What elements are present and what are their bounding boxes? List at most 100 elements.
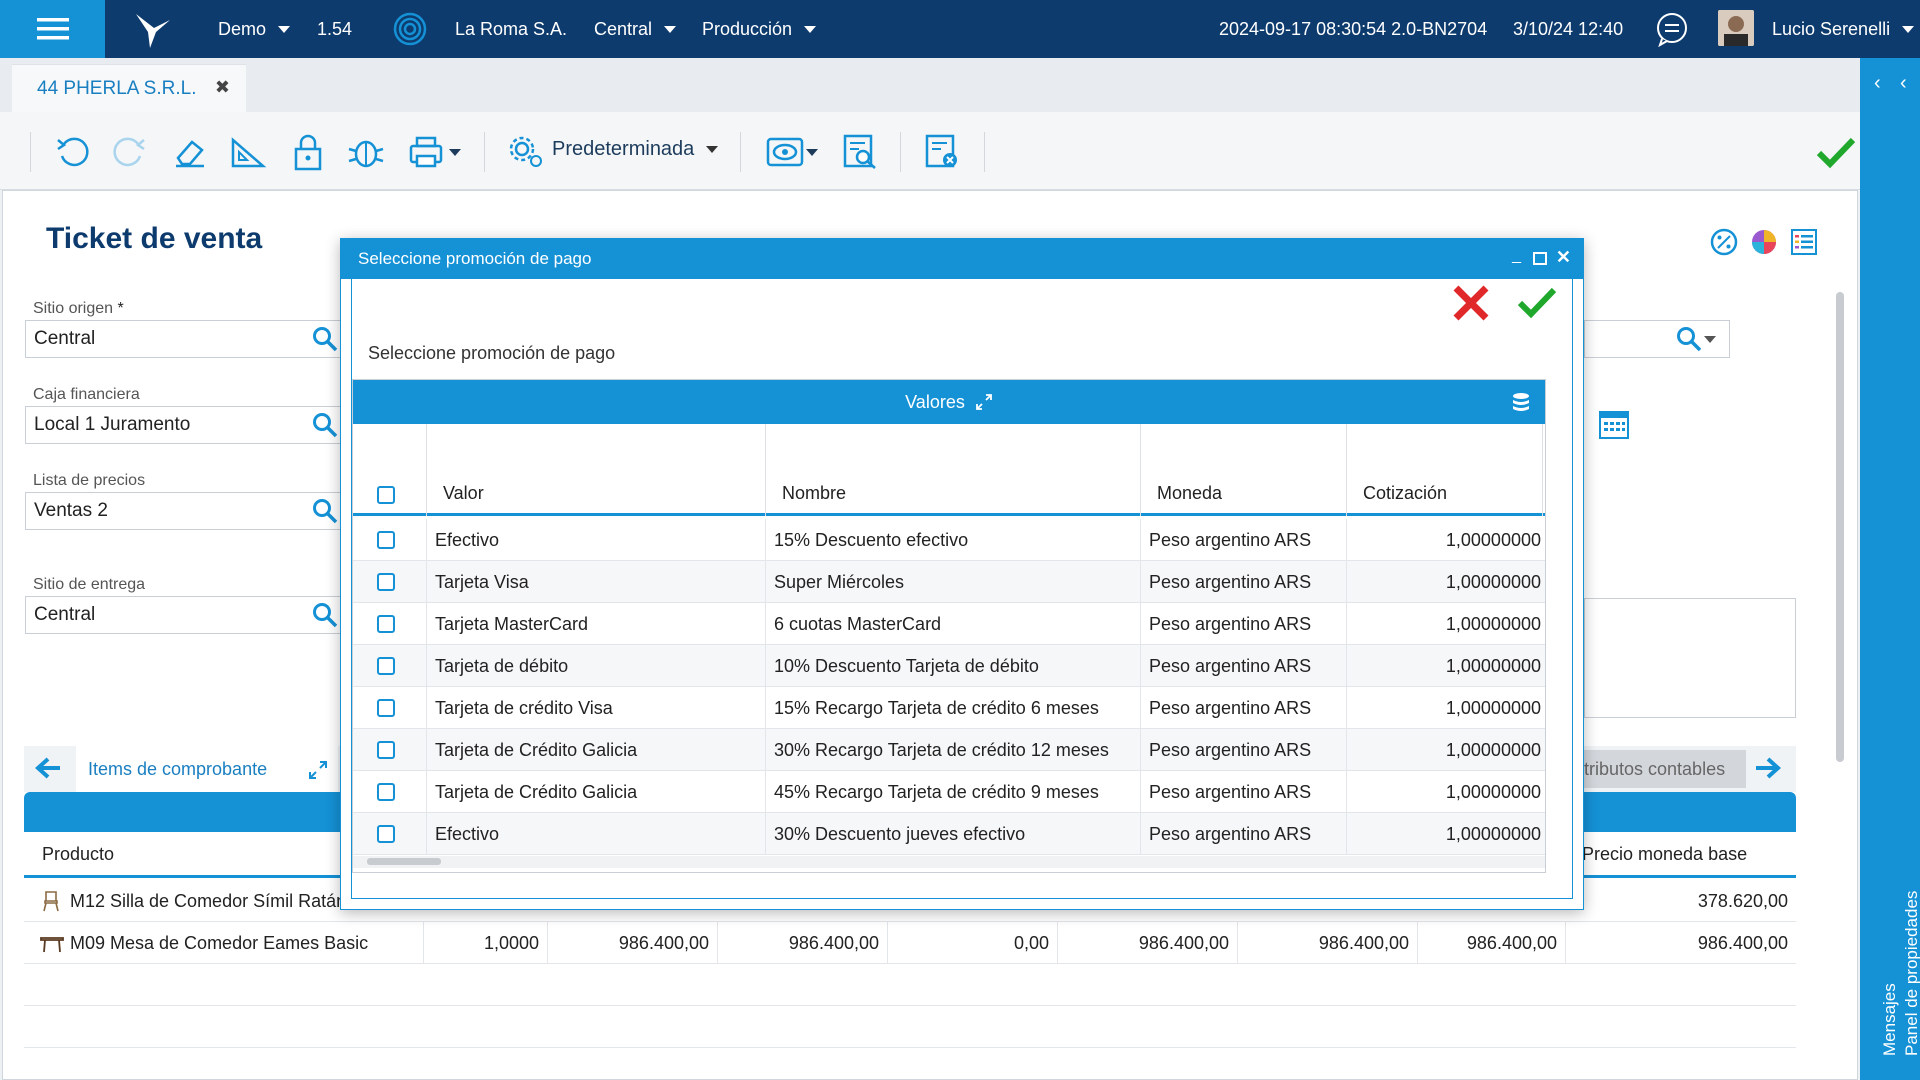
sitio-entrega-input[interactable]: Central	[25, 596, 345, 634]
minimize-icon[interactable]: _	[1512, 247, 1521, 265]
row-checkbox[interactable]	[377, 741, 395, 759]
search-doc-icon[interactable]	[838, 130, 882, 174]
clear-doc-icon[interactable]	[920, 130, 964, 174]
database-icon[interactable]	[1511, 392, 1531, 412]
row-checkbox[interactable]	[377, 615, 395, 633]
scroll-thumb[interactable]	[367, 858, 441, 865]
chevron-down-icon[interactable]	[1704, 336, 1716, 343]
row-checkbox-cell[interactable]	[353, 603, 427, 645]
target-icon[interactable]	[392, 0, 428, 58]
save-check-icon[interactable]	[1814, 130, 1858, 174]
expand-icon[interactable]	[975, 393, 993, 411]
properties-panel[interactable]: Mensajes Panel de propiedades	[1860, 112, 1920, 1080]
row-checkbox-cell[interactable]	[353, 729, 427, 771]
list-item[interactable]: Tarjeta Visa Super Miércoles Peso argentin…	[353, 561, 1545, 603]
row-checkbox-cell[interactable]	[353, 687, 427, 729]
close-icon[interactable]: ✕	[1556, 247, 1571, 268]
row-checkbox[interactable]	[377, 657, 395, 675]
eraser-icon[interactable]	[168, 130, 212, 174]
table-row[interactable]	[24, 1048, 1796, 1080]
notes-box[interactable]	[1584, 598, 1796, 718]
horizontal-scrollbar[interactable]	[353, 856, 1545, 868]
cell-moneda: Peso argentino ARS	[1141, 519, 1347, 561]
row-checkbox[interactable]	[377, 699, 395, 717]
tab-strip: 44 PHERLA S.R.L. ✖	[0, 58, 1860, 112]
table-row[interactable]	[24, 964, 1796, 1006]
calendar-icon[interactable]	[1598, 410, 1630, 440]
ruler-icon[interactable]	[226, 130, 270, 174]
chevron-left-icon[interactable]: ‹	[1900, 72, 1907, 95]
form-scrollbar[interactable]	[1836, 292, 1844, 762]
print-button[interactable]	[402, 130, 466, 174]
search-icon[interactable]	[312, 326, 338, 352]
col-precio-base[interactable]: Precio moneda base	[1582, 844, 1747, 865]
select-all-checkbox[interactable]	[377, 486, 395, 504]
list-item[interactable]: Tarjeta de débito 10% Descuento Tarjeta d…	[353, 645, 1545, 687]
arrow-right-icon[interactable]	[1754, 756, 1782, 780]
list-item[interactable]: Tarjeta de Crédito Galicia 45% Recargo Ta…	[353, 771, 1545, 813]
percent-icon[interactable]	[1710, 228, 1738, 256]
properties-tab[interactable]: Panel de propiedades	[1902, 891, 1920, 1056]
env-selector[interactable]: Demo	[218, 0, 291, 58]
col-cotizacion[interactable]: Cotización	[1347, 424, 1543, 516]
col-moneda[interactable]: Moneda	[1141, 424, 1347, 516]
redo-icon[interactable]	[108, 130, 152, 174]
select-all-cell[interactable]	[353, 424, 427, 516]
row-checkbox[interactable]	[377, 531, 395, 549]
lock-icon[interactable]	[286, 130, 330, 174]
tab-items-comprobante[interactable]: Items de comprobante	[76, 746, 338, 792]
list-item[interactable]: Efectivo 30% Descuento jueves efectivo Pes…	[353, 813, 1545, 855]
logo-icon	[136, 14, 170, 48]
row-checkbox[interactable]	[377, 573, 395, 591]
row-checkbox-cell[interactable]	[353, 771, 427, 813]
mode-selector[interactable]: Producción	[702, 0, 817, 58]
list-icon[interactable]	[1790, 228, 1818, 256]
tab-atributos[interactable]: tributos contables	[1584, 750, 1746, 788]
list-item[interactable]: Efectivo 15% Descuento efectivo Peso argen…	[353, 519, 1545, 561]
search-icon[interactable]	[312, 498, 338, 524]
maximize-icon[interactable]	[1533, 252, 1547, 265]
preset-selector[interactable]: Predeterminada	[552, 138, 719, 161]
bug-icon[interactable]	[344, 130, 388, 174]
row-checkbox[interactable]	[377, 783, 395, 801]
col-producto[interactable]: Producto	[42, 844, 114, 865]
row-checkbox-cell[interactable]	[353, 645, 427, 687]
pie-icon[interactable]	[1750, 228, 1778, 256]
chevron-left-icon[interactable]: ‹	[1874, 72, 1881, 95]
chat-icon[interactable]	[1654, 0, 1690, 58]
search-icon[interactable]	[1676, 326, 1702, 352]
dialog-title[interactable]: Seleccione promoción de pago	[341, 239, 1583, 279]
row-checkbox[interactable]	[377, 825, 395, 843]
arrow-left-icon[interactable]	[34, 756, 62, 780]
cancel-icon[interactable]	[1451, 283, 1491, 323]
row-checkbox-cell[interactable]	[353, 561, 427, 603]
list-item[interactable]: Tarjeta de crédito Visa 15% Recargo Tarje…	[353, 687, 1545, 729]
table-row[interactable]: M09 Mesa de Comedor Eames Basic 1,0000 9…	[24, 922, 1796, 964]
col-nombre[interactable]: Nombre	[766, 424, 1141, 516]
company-label[interactable]: La Roma S.A.	[455, 0, 567, 58]
sitio-origen-input[interactable]: Central	[25, 320, 345, 358]
row-checkbox-cell[interactable]	[353, 813, 427, 855]
user-menu[interactable]: Lucio Serenelli	[1772, 0, 1915, 58]
expand-icon[interactable]	[308, 760, 328, 780]
site-selector[interactable]: Central	[594, 0, 677, 58]
document-tab[interactable]: 44 PHERLA S.R.L. ✖	[12, 64, 246, 112]
table-row[interactable]	[24, 1006, 1796, 1048]
view-button[interactable]	[760, 130, 824, 174]
col-valor[interactable]: Valor	[427, 424, 766, 516]
row-checkbox-cell[interactable]	[353, 519, 427, 561]
search-icon[interactable]	[312, 412, 338, 438]
list-item[interactable]: Tarjeta MasterCard 6 cuotas MasterCard Pes…	[353, 603, 1545, 645]
search-icon[interactable]	[312, 602, 338, 628]
close-icon[interactable]: ✖	[215, 77, 230, 98]
list-item[interactable]: Tarjeta de Crédito Galicia 30% Recargo Ta…	[353, 729, 1545, 771]
menu-button[interactable]	[0, 0, 105, 58]
lista-precios-input[interactable]: Ventas 2	[25, 492, 345, 530]
avatar[interactable]	[1718, 10, 1754, 46]
confirm-check-icon[interactable]	[1517, 285, 1557, 319]
eye-icon	[766, 137, 804, 167]
caja-financiera-input[interactable]: Local 1 Juramento	[25, 406, 345, 444]
undo-icon[interactable]	[50, 130, 94, 174]
gear-icon[interactable]	[504, 130, 548, 174]
messages-tab[interactable]: Mensajes	[1880, 983, 1900, 1056]
